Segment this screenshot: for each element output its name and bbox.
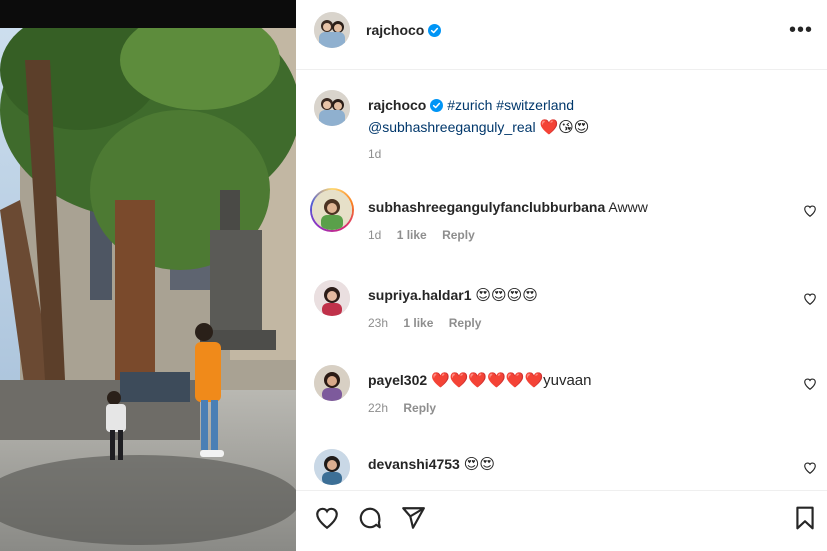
caption-author-avatar[interactable] <box>314 90 350 126</box>
comment-body: 😍😍😍😍 <box>475 287 538 304</box>
caption-emojis: ❤️😘😍 <box>539 119 590 136</box>
comment-body: 😍😍 <box>463 456 496 473</box>
comment-time[interactable]: 23h <box>368 316 388 330</box>
comment-text: supriya.haldar1 😍😍😍😍 <box>368 286 538 305</box>
photo-image <box>0 0 296 551</box>
verified-badge-icon <box>430 99 444 112</box>
reply-button[interactable]: Reply <box>403 401 436 415</box>
comment-likes[interactable]: 1 like <box>397 228 427 242</box>
comment-icon[interactable] <box>357 505 383 531</box>
post-details-panel: rajchoco ••• rajchoco #zurich #switzerla… <box>296 0 827 551</box>
more-options-icon[interactable]: ••• <box>789 20 813 40</box>
caption-text: rajchoco #zurich #switzerland @subhashre… <box>368 94 798 139</box>
author-username-text[interactable]: rajchoco <box>366 22 424 38</box>
comment-body: Awww <box>608 199 648 215</box>
comment-item: payel302 ❤️❤️❤️❤️❤️❤️yuvaan 22h Reply <box>296 361 827 431</box>
post-photo[interactable] <box>0 0 296 551</box>
comment-meta: 22h Reply <box>368 401 448 415</box>
caption-author-username[interactable]: rajchoco <box>368 97 426 113</box>
commenter-username[interactable]: payel302 <box>368 372 427 388</box>
commenter-username[interactable]: supriya.haldar1 <box>368 287 472 303</box>
commenter-avatar[interactable] <box>314 449 350 485</box>
comment-text: subhashreegangulyfanclubburbana Awww <box>368 198 648 216</box>
comment-item: supriya.haldar1 😍😍😍😍 23h 1 like Reply <box>296 276 827 346</box>
comment-text: devanshi4753 😍😍 <box>368 455 495 474</box>
post-header: rajchoco ••• <box>296 0 827 70</box>
comment-like-heart-icon[interactable] <box>803 204 817 218</box>
commenter-avatar[interactable] <box>314 365 350 401</box>
bookmark-icon[interactable] <box>792 505 818 531</box>
story-ring[interactable] <box>310 188 354 232</box>
comment-time[interactable]: 22h <box>368 401 388 415</box>
comment-time[interactable]: 1d <box>368 228 381 242</box>
hashtag-zurich[interactable]: #zurich <box>447 97 492 113</box>
verified-badge-icon <box>428 24 442 37</box>
comment-like-heart-icon[interactable] <box>803 461 817 475</box>
commenter-avatar[interactable] <box>314 280 350 316</box>
comment-like-heart-icon[interactable] <box>803 292 817 306</box>
post-actions-bar <box>296 490 827 551</box>
comment-meta: 23h 1 like Reply <box>368 316 493 330</box>
commenter-username[interactable]: subhashreegangulyfanclubburbana <box>368 199 605 215</box>
reply-button[interactable]: Reply <box>442 228 475 242</box>
paper-plane-icon[interactable] <box>400 505 426 531</box>
caption-timestamp[interactable]: 1d <box>368 147 381 161</box>
heart-icon[interactable] <box>314 505 340 531</box>
commenter-avatar[interactable] <box>312 190 352 230</box>
comment-body: ❤️❤️❤️❤️❤️❤️yuvaan <box>431 372 592 389</box>
comment-item: subhashreegangulyfanclubburbana Awww 1d … <box>296 188 827 258</box>
commenter-username[interactable]: devanshi4753 <box>368 456 460 472</box>
hashtag-switzerland[interactable]: #switzerland <box>496 97 574 113</box>
author-username[interactable]: rajchoco <box>366 22 442 38</box>
comment-like-heart-icon[interactable] <box>803 377 817 391</box>
comment-likes[interactable]: 1 like <box>403 316 433 330</box>
comment-text: payel302 ❤️❤️❤️❤️❤️❤️yuvaan <box>368 371 592 390</box>
reply-button[interactable]: Reply <box>449 316 482 330</box>
author-avatar[interactable] <box>314 12 350 48</box>
comment-meta: 1d 1 like Reply <box>368 228 487 242</box>
mention-link[interactable]: @subhashreeganguly_real <box>368 119 536 135</box>
